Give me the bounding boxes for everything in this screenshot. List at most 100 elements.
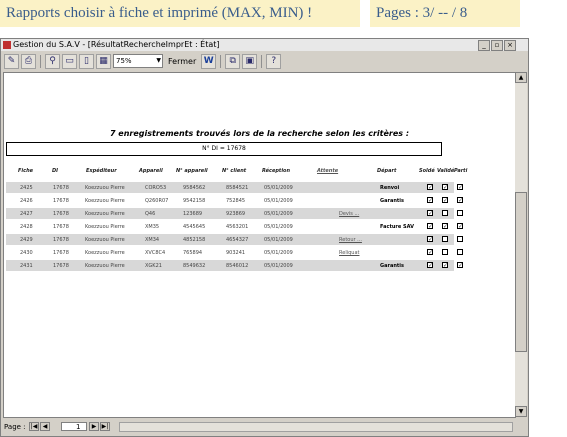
checkbox-parti: ✓ — [457, 223, 464, 230]
window-title: Gestion du S.A.V - [RésultatRechercheImp… — [13, 40, 220, 49]
title-bar: Gestion du S.A.V - [RésultatRechercheImp… — [1, 39, 528, 51]
one-page-icon[interactable]: ▭ — [62, 53, 77, 69]
cell-reception: 05/01/2009 — [264, 263, 293, 269]
cell-depart: Facture SAV — [380, 224, 415, 230]
cell-reception: 05/01/2009 — [264, 250, 293, 256]
cell-reception: 05/01/2009 — [264, 237, 293, 243]
page-number-input[interactable]: 1 — [61, 422, 87, 431]
cell-depart: Garantis — [380, 198, 404, 204]
col-depart: Départ — [377, 168, 397, 174]
scroll-down-icon[interactable]: ▼ — [515, 406, 527, 417]
table-row: 2431 17678 Koezzuou Pierre XGK21 8549632 8546… — [6, 260, 463, 271]
toolbar-separator — [220, 54, 222, 68]
checkbox-valide — [442, 249, 448, 255]
multiple-pages-icon[interactable]: ▦ — [96, 53, 111, 69]
checkbox-valide — [442, 210, 448, 216]
vertical-scrollbar[interactable]: ▲ ▼ — [515, 72, 527, 417]
cell-expediteur: Koezzuou Pierre — [85, 224, 125, 230]
cell-di: 17678 — [53, 211, 69, 217]
two-pages-icon[interactable]: ▯ — [79, 53, 94, 69]
checkbox-parti: ✓ — [457, 184, 464, 191]
last-page-icon[interactable]: ▶| — [100, 422, 110, 431]
cell-appareil: Q46 — [145, 211, 156, 217]
view-icon[interactable]: ✎ — [4, 53, 19, 69]
cell-fiche: 2426 — [20, 198, 33, 204]
cell-appareil: XM34 — [145, 237, 160, 243]
cell-n-client: 752845 — [226, 198, 246, 204]
cell-di: 17678 — [53, 198, 69, 204]
close-button[interactable]: × — [504, 40, 516, 51]
table-row: 2429 17678 Koezzuou Pierre XM34 4852158 46543… — [6, 234, 463, 245]
cell-expediteur: Koezzuou Pierre — [85, 198, 125, 204]
col-di: DI — [52, 168, 59, 174]
cell-fiche: 2430 — [20, 250, 33, 256]
restore-button[interactable]: ▫ — [491, 40, 503, 51]
horizontal-scrollbar[interactable] — [119, 422, 513, 432]
report-title: 7 enregistrements trouvés lors de la rec… — [109, 129, 410, 138]
close-preview-button[interactable]: Fermer — [165, 55, 199, 68]
cell-appareil: XGK21 — [145, 263, 162, 269]
cell-reception: 05/01/2009 — [264, 224, 293, 230]
col-fiche: Fiche — [18, 168, 34, 174]
print-icon[interactable]: ⎙ — [21, 53, 36, 69]
cell-di: 17678 — [53, 263, 69, 269]
checkbox-solde: ✓ — [427, 262, 434, 269]
cell-n-appareil: 9584562 — [183, 185, 206, 191]
checkbox-parti: ✓ — [457, 197, 464, 204]
cell-n-appareil: 765894 — [183, 250, 203, 256]
cell-n-appareil: 9542158 — [183, 198, 206, 204]
zoom-select[interactable]: 75% — [113, 54, 163, 68]
checkbox-solde: ✓ — [427, 184, 434, 191]
cell-n-appareil: 4545645 — [183, 224, 206, 230]
cell-appareil: XM35 — [145, 224, 160, 230]
checkbox-solde: ✓ — [427, 197, 434, 204]
word-icon[interactable]: W — [201, 53, 217, 69]
cell-di: 17678 — [53, 250, 69, 256]
checkbox-solde: ✓ — [427, 236, 434, 243]
cell-n-client: 903241 — [226, 250, 246, 256]
cell-n-client: 4563201 — [226, 224, 249, 230]
col-attente: Attente — [317, 168, 339, 174]
cell-appareil: Q260R07 — [145, 198, 169, 204]
checkbox-valide: ✓ — [442, 262, 449, 269]
checkbox-parti: ✓ — [457, 262, 464, 269]
cell-fiche: 2427 — [20, 211, 33, 217]
cell-expediteur: Koezzuou Pierre — [85, 237, 125, 243]
page-counter: Pages : 3/ -- / 8 — [370, 0, 520, 27]
database-window-icon[interactable]: ⧉ — [225, 53, 241, 69]
checkbox-valide: ✓ — [442, 184, 449, 191]
col-valide: Validé — [437, 168, 455, 174]
report-page: 7 enregistrements trouvés lors de la rec… — [3, 72, 516, 418]
col-solde: Soldé — [419, 168, 435, 174]
table-row: 2426 17678 Koezzuou Pierre Q260R07 9542158 75… — [6, 195, 463, 206]
zoom-icon[interactable]: ⚲ — [45, 53, 60, 69]
cell-di: 17678 — [53, 237, 69, 243]
cell-expediteur: Koezzuou Pierre — [85, 263, 125, 269]
cell-appareil: XVC8C4 — [145, 250, 166, 256]
navigation-bar: Page : |◀ ◀ 1 ▶ ▶| — [1, 420, 528, 434]
cell-n-appareil: 4852158 — [183, 237, 206, 243]
cell-n-appareil: 123689 — [183, 211, 203, 217]
cell-reception: 05/01/2009 — [264, 198, 293, 204]
new-object-icon[interactable]: ▣ — [242, 53, 258, 69]
table-row: 2428 17678 Koezzuou Pierre XM35 4545645 45632… — [6, 221, 463, 232]
col-n-client: N° client — [222, 168, 247, 174]
next-page-icon[interactable]: ▶ — [89, 422, 99, 431]
cell-fiche: 2429 — [20, 237, 33, 243]
cell-fiche: 2428 — [20, 224, 33, 230]
cell-attente: Retour ... — [339, 237, 362, 243]
cell-fiche: 2431 — [20, 263, 33, 269]
col-n-appareil: N° appareil — [176, 168, 208, 174]
cell-depart: Renvoi — [380, 185, 400, 191]
prev-page-icon[interactable]: ◀ — [40, 422, 50, 431]
first-page-icon[interactable]: |◀ — [29, 422, 39, 431]
help-icon[interactable]: ? — [266, 53, 282, 69]
cell-reception: 05/01/2009 — [264, 211, 293, 217]
checkbox-valide: ✓ — [442, 197, 449, 204]
scroll-thumb[interactable] — [515, 192, 527, 352]
scroll-up-icon[interactable]: ▲ — [515, 72, 527, 83]
slide-title: Rapports choisir à fiche et imprimé (MAX… — [0, 0, 360, 27]
minimize-button[interactable]: _ — [478, 40, 490, 51]
cell-n-client: 923869 — [226, 211, 246, 217]
cell-di: 17678 — [53, 224, 69, 230]
